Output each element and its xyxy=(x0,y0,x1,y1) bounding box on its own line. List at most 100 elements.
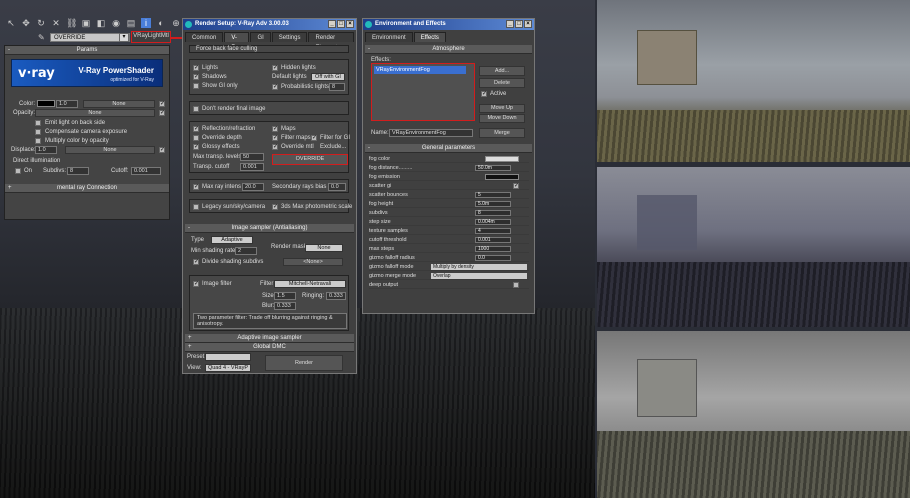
opacity-map-button[interactable]: None xyxy=(35,109,155,117)
tab-effects[interactable]: Effects xyxy=(413,32,446,42)
scatter-gi-checkbox[interactable]: ✓ xyxy=(513,183,519,189)
link-icon[interactable]: ⛓ xyxy=(66,18,77,28)
render-mask-select[interactable]: None xyxy=(305,244,343,252)
info-icon[interactable]: i xyxy=(141,18,151,28)
filter-gi-checkbox[interactable]: ✓ xyxy=(311,135,317,141)
max-ray-checkbox[interactable]: ✓ xyxy=(193,184,199,190)
displace-value[interactable]: 1.0 xyxy=(35,146,57,154)
emit-back-checkbox[interactable] xyxy=(35,120,41,126)
fog-height-value[interactable]: 5.0m xyxy=(475,201,511,207)
color-swatch[interactable] xyxy=(37,100,55,107)
filter-select[interactable]: Mitchell-Netravali xyxy=(274,280,346,288)
color-multiplier[interactable]: 1.0 xyxy=(56,100,78,108)
lights-checkbox[interactable]: ✓ xyxy=(193,65,199,71)
max-ray-value[interactable]: 20.0 xyxy=(242,183,264,191)
env-minimize-button[interactable]: _ xyxy=(506,20,514,28)
render-setup-titlebar[interactable]: Render Setup: V-Ray Adv 3.00.03 _ □ × xyxy=(183,19,356,30)
global-dmc-rollout[interactable]: + Global DMC xyxy=(185,343,354,352)
override-depth-checkbox[interactable] xyxy=(193,135,199,141)
effects-list[interactable]: VRayEnvironmentFog xyxy=(371,63,475,121)
override-material-button[interactable]: VRayLightMtl xyxy=(131,31,171,43)
eyedropper-icon[interactable]: ✎ xyxy=(38,33,47,42)
tab-environment[interactable]: Environment xyxy=(365,32,413,42)
move-up-button[interactable]: Move Up xyxy=(479,104,525,113)
filter-maps-checkbox[interactable]: ✓ xyxy=(272,135,278,141)
snap-icon[interactable]: ◧ xyxy=(96,18,106,28)
select-icon[interactable]: ↖ xyxy=(6,18,16,28)
max-transp-value[interactable]: 50 xyxy=(240,153,264,161)
tab-gi[interactable]: GI xyxy=(250,32,271,42)
fog-distance-value[interactable]: 50.0m xyxy=(475,165,511,171)
shadows-checkbox[interactable]: ✓ xyxy=(193,74,199,80)
override-mtl-button[interactable]: OVERRIDE xyxy=(272,154,348,165)
subdivs-value[interactable]: 8 xyxy=(67,167,89,175)
active-checkbox[interactable]: ✓ xyxy=(481,91,487,97)
gizmo-falloff-radius-value[interactable]: 0.0 xyxy=(475,255,511,261)
gizmo-merge-mode-select[interactable]: Overlap xyxy=(431,273,527,279)
adaptive-sampler-rollout[interactable]: + Adaptive image sampler xyxy=(185,334,354,343)
displace-map-button[interactable]: None xyxy=(65,146,155,154)
rotate-icon[interactable]: ↻ xyxy=(36,18,46,28)
scatter-bounces-value[interactable]: 5 xyxy=(475,192,511,198)
general-parameters-rollout[interactable]: - General parameters xyxy=(365,144,532,153)
cutoff-value[interactable]: 0.001 xyxy=(131,167,161,175)
deep-output-checkbox[interactable] xyxy=(513,282,519,288)
cutoff-threshold-value[interactable]: 0.001 xyxy=(475,237,511,243)
atmosphere-rollout[interactable]: - Atmosphere xyxy=(365,45,532,54)
render-button[interactable]: Render xyxy=(265,355,343,371)
transp-cutoff-value[interactable]: 0.001 xyxy=(240,163,264,171)
minimize-button[interactable]: _ xyxy=(328,20,336,28)
refl-refr-checkbox[interactable]: ✓ xyxy=(193,126,199,132)
preset-select[interactable] xyxy=(205,353,251,361)
prob-lights-checkbox[interactable]: ✓ xyxy=(272,84,278,90)
override-select-button[interactable]: ▾ xyxy=(119,33,129,42)
fog-emission-swatch[interactable] xyxy=(485,174,519,180)
tab-settings[interactable]: Settings xyxy=(271,32,308,42)
secondary-bias-value[interactable]: 0.0 xyxy=(328,183,346,191)
legacy-sun-checkbox[interactable] xyxy=(193,204,199,210)
subdivs-value[interactable]: 8 xyxy=(475,210,511,216)
effect-name-field[interactable]: VRayEnvironmentFog xyxy=(389,129,473,137)
render-mask-none-button[interactable]: <None> xyxy=(283,258,343,266)
image-filter-checkbox[interactable]: ✓ xyxy=(193,281,199,287)
mr-connection-rollout[interactable]: + mental ray Connection xyxy=(5,184,169,193)
render-icon[interactable]: ▣ xyxy=(81,18,91,28)
blur-value[interactable]: 0.333 xyxy=(274,302,296,310)
override-mtl-checkbox[interactable]: ✓ xyxy=(272,144,278,150)
gizmo-falloff-mode-select[interactable]: Multiply by density xyxy=(431,264,527,270)
tab-vray[interactable]: V-Ray xyxy=(224,32,250,51)
image-sampler-rollout[interactable]: - Image sampler (Antialiasing) xyxy=(185,224,354,233)
divide-subdivs-checkbox[interactable]: ✓ xyxy=(193,259,199,265)
show-gi-checkbox[interactable] xyxy=(193,83,199,89)
merge-button[interactable]: Merge xyxy=(479,128,525,138)
material-icon[interactable]: ◉ xyxy=(111,18,121,28)
move-down-button[interactable]: Move Down xyxy=(479,114,525,123)
view-select[interactable]: Quad 4 - VRayP xyxy=(205,364,251,372)
ringing-value[interactable]: 0.333 xyxy=(326,292,346,300)
mult-opacity-checkbox[interactable] xyxy=(35,138,41,144)
environment-titlebar[interactable]: Environment and Effects _ □ × xyxy=(363,19,534,30)
override-select[interactable]: OVERRIDE xyxy=(50,33,130,42)
zoom-icon[interactable]: ⊕ xyxy=(171,18,181,28)
glossy-checkbox[interactable]: ✓ xyxy=(193,144,199,150)
move-icon[interactable]: ✥ xyxy=(21,18,31,28)
comp-exposure-checkbox[interactable] xyxy=(35,129,41,135)
render-setup-icon[interactable]: ▤ xyxy=(126,18,136,28)
env-maximize-button[interactable]: □ xyxy=(515,20,523,28)
exclude-button[interactable]: Exclude... xyxy=(320,144,346,150)
min-shading-value[interactable]: 2 xyxy=(235,247,257,255)
color-map-checkbox[interactable]: ✓ xyxy=(159,101,165,107)
fog-color-swatch[interactable] xyxy=(485,156,519,162)
maximize-button[interactable]: □ xyxy=(337,20,345,28)
tab-common[interactable]: Common xyxy=(185,32,224,42)
maps-checkbox[interactable]: ✓ xyxy=(272,126,278,132)
size-value[interactable]: 1.5 xyxy=(274,292,296,300)
opacity-map-checkbox[interactable]: ✓ xyxy=(159,110,165,116)
delete-effect-button[interactable]: Delete xyxy=(479,78,525,88)
max-steps-value[interactable]: 1000 xyxy=(475,246,511,252)
photometric-checkbox[interactable]: ✓ xyxy=(272,204,278,210)
displace-map-checkbox[interactable]: ✓ xyxy=(159,147,165,153)
sampler-type-select[interactable]: Adaptive xyxy=(211,236,253,244)
direct-on-checkbox[interactable] xyxy=(15,168,21,174)
effects-list-item[interactable]: VRayEnvironmentFog xyxy=(374,66,466,74)
